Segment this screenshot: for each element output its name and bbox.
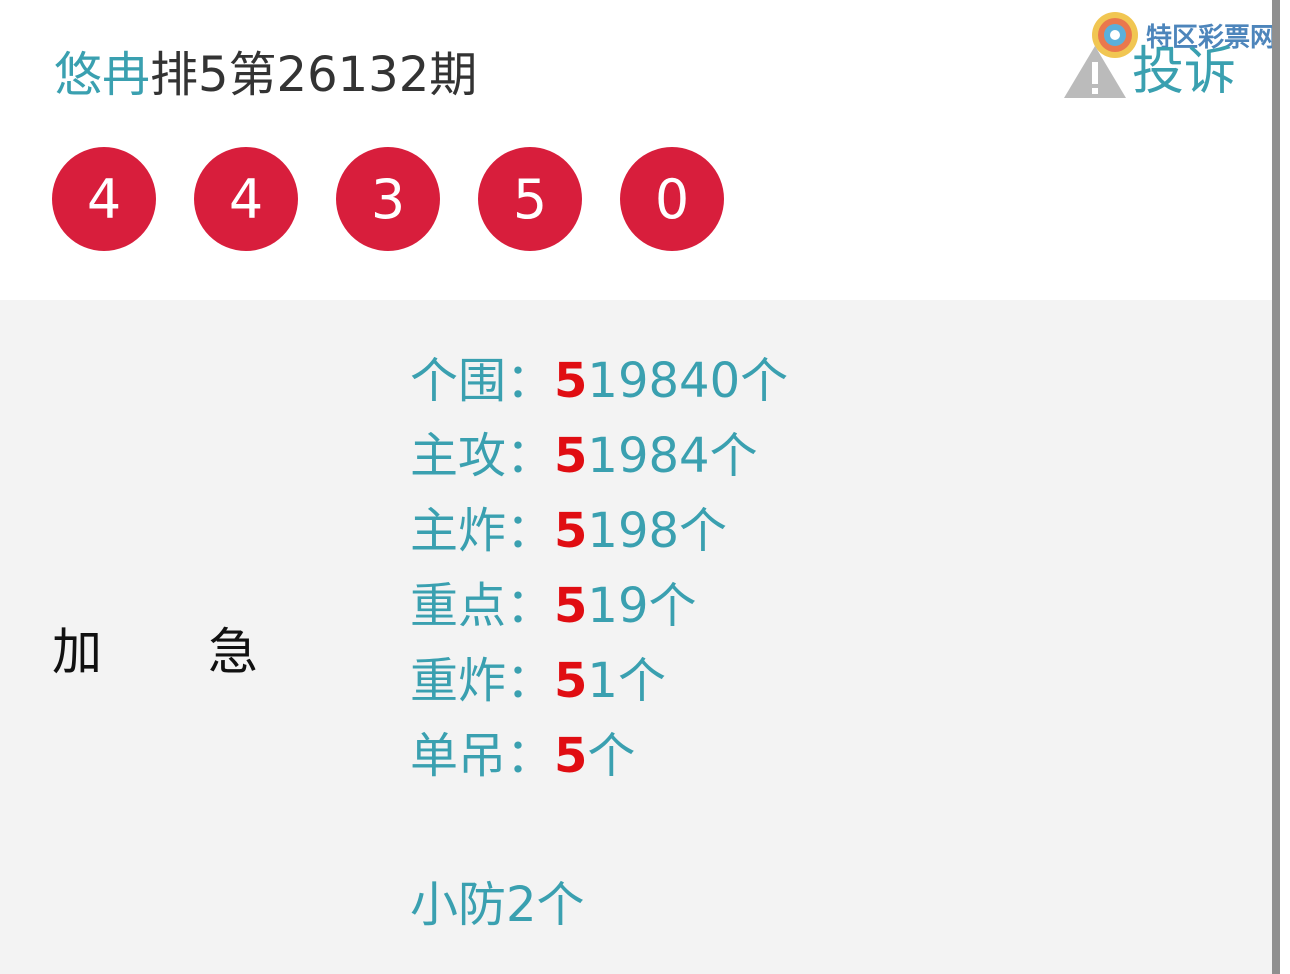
stat-highlight: 5 (554, 428, 588, 484)
tag-ji: 急 (208, 623, 258, 681)
stat-row: 主炸：5198个 (410, 494, 788, 569)
number-ball: 4 (52, 147, 156, 251)
stat-label: 重点： (410, 578, 555, 634)
stat-highlight: 5 (554, 353, 588, 409)
page-title: 悠冉排5第26132期 (54, 40, 477, 110)
scrollbar[interactable] (1272, 0, 1280, 974)
stat-row: 单吊：5个 (410, 719, 788, 794)
stat-value: 1个 (587, 653, 666, 709)
stat-label: 重炸： (410, 653, 555, 709)
stat-value: 19840个 (587, 353, 789, 409)
warning-icon (1064, 46, 1126, 98)
header-area: 悠冉排5第26132期 特区彩票网 投诉 4 4 3 5 0 (0, 0, 1276, 300)
complain-button[interactable]: 投诉 (1062, 42, 1236, 102)
stat-row: 个围：519840个 (410, 344, 788, 419)
stat-label: 主炸： (410, 503, 555, 559)
tag-jia: 加 (52, 623, 102, 681)
author-name[interactable]: 悠冉 (54, 47, 150, 103)
stat-label: 个围： (410, 353, 555, 409)
stats-list: 个围：519840个 主攻：51984个 主炸：5198个 重点：519个 重炸… (410, 344, 788, 794)
stat-value: 1984个 (587, 428, 758, 484)
number-ball: 4 (194, 147, 298, 251)
stat-highlight: 5 (554, 503, 588, 559)
stat-highlight: 5 (554, 578, 588, 634)
stat-label: 主攻： (410, 428, 555, 484)
page: 悠冉排5第26132期 特区彩票网 投诉 4 4 3 5 0 加 急 个围：51… (0, 0, 1290, 974)
stat-row: 重炸：51个 (410, 644, 788, 719)
stat-row: 主攻：51984个 (410, 419, 788, 494)
stat-highlight: 5 (554, 653, 588, 709)
stat-value: 19个 (587, 578, 697, 634)
stat-highlight: 5 (554, 728, 588, 784)
number-ball: 0 (620, 147, 724, 251)
draw-numbers: 4 4 3 5 0 (52, 147, 762, 251)
complain-label: 投诉 (1132, 42, 1237, 102)
stat-value: 个 (587, 728, 636, 784)
number-ball: 3 (336, 147, 440, 251)
stat-value: 198个 (587, 503, 728, 559)
issue-title: 排5第26132期 (150, 47, 478, 103)
extra-note: 小防2个 (410, 877, 585, 933)
stat-label: 单吊： (410, 728, 555, 784)
number-ball: 5 (478, 147, 582, 251)
stat-row: 重点：519个 (410, 569, 788, 644)
